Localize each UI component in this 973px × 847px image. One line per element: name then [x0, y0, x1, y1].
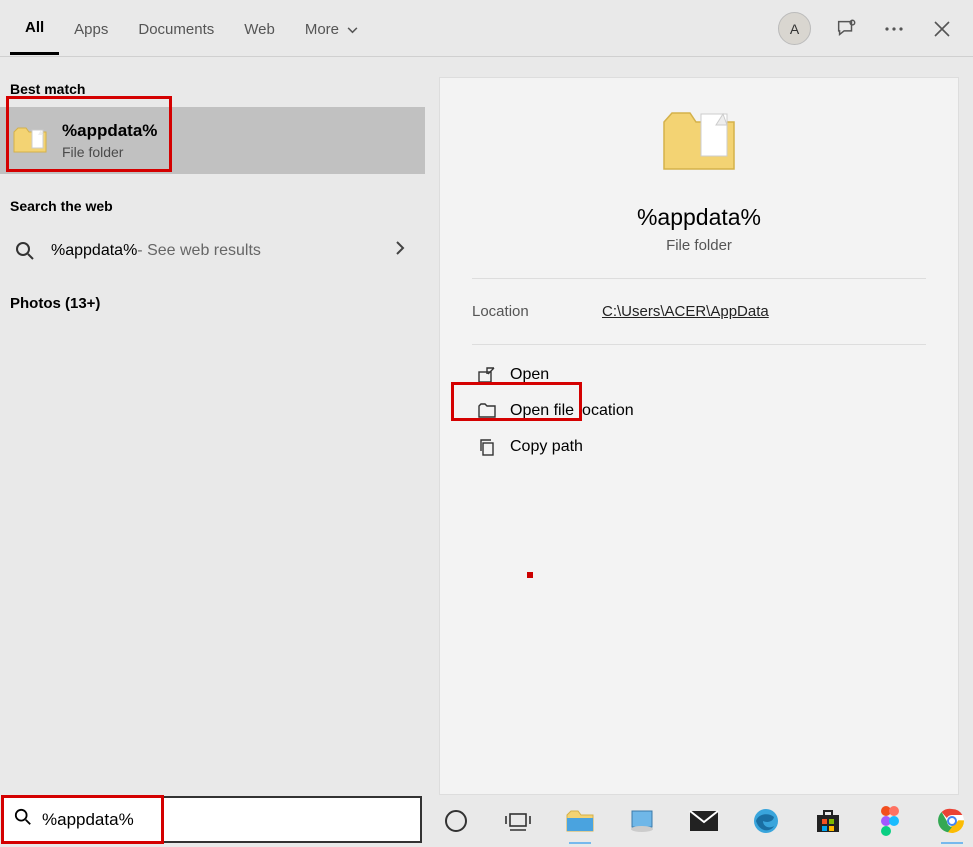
folder-icon: [12, 123, 48, 159]
right-preview-pane: %appdata% File folder Location C:\Users\…: [425, 57, 973, 795]
tab-all[interactable]: All: [10, 1, 59, 55]
action-copy-path-label: Copy path: [510, 438, 583, 456]
search-results-panel: All Apps Documents Web More A Best match: [0, 0, 973, 795]
figma-icon[interactable]: [873, 804, 907, 838]
edge-icon[interactable]: [749, 804, 783, 838]
action-open-location-label: Open file location: [510, 402, 634, 420]
web-result-suffix: - See web results: [137, 242, 261, 260]
chevron-down-icon: [347, 21, 358, 38]
more-options-icon[interactable]: [881, 16, 907, 42]
action-open[interactable]: Open: [464, 357, 934, 393]
action-open-location[interactable]: Open file location: [464, 393, 934, 429]
preview-header: %appdata% File folder: [440, 78, 958, 278]
location-label: Location: [472, 303, 602, 320]
tab-more[interactable]: More: [290, 3, 373, 54]
copy-icon: [474, 437, 500, 457]
action-copy-path[interactable]: Copy path: [464, 429, 934, 465]
search-box[interactable]: [2, 796, 422, 843]
web-result-query: %appdata%: [51, 242, 137, 260]
taskview-icon[interactable]: [501, 804, 535, 838]
folder-icon: [474, 401, 500, 421]
chevron-right-icon: [395, 240, 405, 261]
web-result-item[interactable]: %appdata% - See web results: [0, 224, 425, 277]
top-right-controls: A: [778, 0, 955, 57]
best-match-subtitle: File folder: [62, 144, 157, 160]
feedback-icon[interactable]: [833, 16, 859, 42]
photos-heading: Photos (13+): [0, 277, 425, 322]
preview-title: %appdata%: [637, 204, 761, 231]
body-area: Best match %appdata% File folder Search …: [0, 57, 973, 795]
mail-icon[interactable]: [687, 804, 721, 838]
taskbar: [425, 795, 973, 847]
tab-documents[interactable]: Documents: [123, 3, 229, 54]
tab-more-label: More: [305, 21, 339, 38]
preview-card: %appdata% File folder Location C:\Users\…: [439, 77, 959, 795]
file-explorer-icon[interactable]: [563, 804, 597, 838]
best-match-title: %appdata%: [62, 121, 157, 141]
microsoft-store-icon[interactable]: [811, 804, 845, 838]
search-web-heading: Search the web: [0, 174, 425, 224]
best-match-item[interactable]: %appdata% File folder: [0, 107, 425, 174]
folder-icon: [659, 108, 739, 188]
best-match-heading: Best match: [0, 57, 425, 107]
action-list: Open Open file location Copy path: [440, 345, 958, 477]
action-open-label: Open: [510, 366, 549, 384]
tab-web[interactable]: Web: [229, 3, 290, 54]
location-value[interactable]: C:\Users\ACER\AppData: [602, 303, 769, 320]
chrome-icon[interactable]: [935, 804, 969, 838]
top-tab-bar: All Apps Documents Web More A: [0, 0, 973, 57]
best-match-text: %appdata% File folder: [62, 121, 157, 160]
close-icon[interactable]: [929, 16, 955, 42]
search-input[interactable]: [42, 810, 410, 830]
cortana-icon[interactable]: [439, 804, 473, 838]
search-icon: [12, 238, 37, 263]
location-row: Location C:\Users\ACER\AppData: [440, 279, 958, 344]
tab-apps[interactable]: Apps: [59, 3, 123, 54]
search-icon: [14, 808, 32, 831]
preview-subtitle: File folder: [666, 237, 732, 254]
notepad-icon[interactable]: [625, 804, 659, 838]
open-icon: [474, 365, 500, 385]
annotation-dot: [527, 572, 533, 578]
left-results-pane: Best match %appdata% File folder Search …: [0, 57, 425, 795]
user-avatar[interactable]: A: [778, 12, 811, 45]
